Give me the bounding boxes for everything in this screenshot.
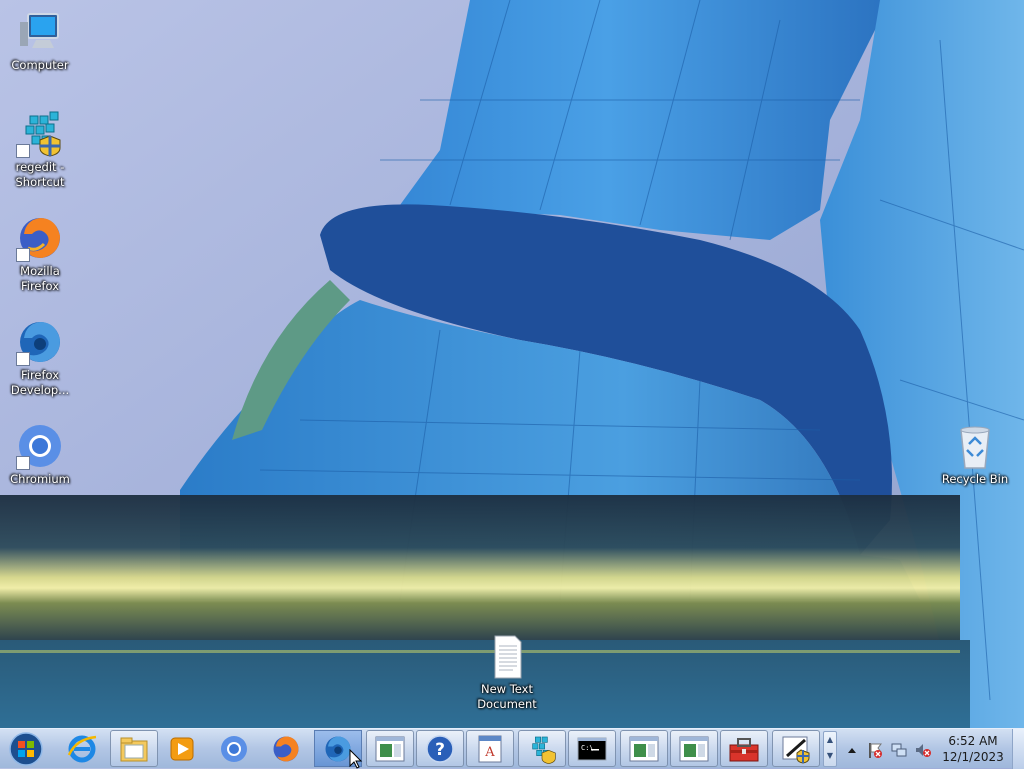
action-center-flag-icon[interactable] <box>866 741 884 759</box>
taskbar-item-firefox-developer[interactable] <box>314 730 363 769</box>
help-icon: ? <box>426 734 454 763</box>
windows-orb-icon <box>9 731 43 766</box>
taskbar-item-wordpad[interactable]: A <box>466 730 514 767</box>
scroll-up-icon[interactable]: ▲ <box>824 732 836 748</box>
wordpad-icon: A <box>478 735 502 762</box>
taskbar-item-internet-explorer[interactable] <box>58 730 106 767</box>
show-desktop-button[interactable] <box>1012 729 1024 769</box>
shortcut-arrow-icon <box>16 352 30 366</box>
start-button[interactable] <box>4 730 48 767</box>
shortcut-arrow-icon <box>16 456 30 470</box>
volume-muted-icon[interactable] <box>914 741 932 759</box>
clock-date: 12/1/2023 <box>942 750 1004 764</box>
text-document-icon <box>494 635 522 679</box>
shortcut-arrow-icon <box>16 248 30 262</box>
mouse-cursor-icon <box>349 749 363 769</box>
svg-text:C:\: C:\ <box>581 744 594 752</box>
taskbar-item-help[interactable]: ? <box>416 730 464 767</box>
media-player-icon <box>170 737 194 760</box>
desktop-icon-computer[interactable]: Computer <box>2 8 78 73</box>
taskbar-item-regedit[interactable] <box>518 730 566 767</box>
taskbar-scroll-strip[interactable]: ▲ ▼ <box>823 731 837 767</box>
desktop-wallpaper <box>0 0 1024 728</box>
window-icon <box>629 736 659 761</box>
desktop-icon-regedit[interactable]: regedit - Shortcut <box>2 110 78 190</box>
desktop-icon-label: New Text Document <box>477 682 537 711</box>
desktop-icon-mozilla-firefox[interactable]: Mozilla Firefox <box>2 214 78 294</box>
computer-icon <box>20 13 59 48</box>
taskbar-item-windows-explorer[interactable] <box>110 730 158 767</box>
desktop-icon-label: Firefox Develop... <box>10 368 70 397</box>
taskbar-item-command-prompt[interactable]: C:\ <box>568 730 616 767</box>
taskbar-item-chromium[interactable] <box>210 730 258 767</box>
desktop-icon-label: Mozilla Firefox <box>20 264 60 293</box>
show-hidden-icons-chevron[interactable] <box>846 744 858 756</box>
clock[interactable]: 6:52 AM 12/1/2023 <box>934 733 1012 765</box>
svg-text:?: ? <box>435 740 445 760</box>
desktop-icon-label: Recycle Bin <box>941 472 1009 486</box>
desktop-icon-label: Chromium <box>10 472 70 486</box>
command-prompt-icon: C:\ <box>577 737 607 760</box>
desktop-icon-chromium[interactable]: Chromium <box>2 422 78 487</box>
toolbox-icon <box>729 737 759 761</box>
network-icon[interactable] <box>890 741 908 759</box>
taskbar-item-window-1[interactable] <box>366 730 414 767</box>
taskbar-item-window-3[interactable] <box>670 730 718 767</box>
desktop-icon-new-text-document[interactable]: New Text Document <box>469 632 545 712</box>
chromium-icon <box>221 735 247 762</box>
scroll-down-icon[interactable]: ▼ <box>824 748 836 764</box>
taskbar-item-window-2[interactable] <box>620 730 668 767</box>
taskbar-item-toolbox[interactable] <box>720 730 768 767</box>
desktop-icon-recycle-bin[interactable]: Recycle Bin <box>937 422 1013 487</box>
desktop-icon-label: Computer <box>11 58 69 72</box>
taskbar-item-media-player[interactable] <box>158 730 206 767</box>
desktop-icon-label: regedit - Shortcut <box>15 160 65 189</box>
uac-edit-icon <box>782 736 810 764</box>
window-icon <box>679 736 709 761</box>
svg-text:A: A <box>484 745 495 760</box>
window-icon <box>375 736 405 761</box>
taskbar-item-uac-edit[interactable] <box>772 730 820 767</box>
internet-explorer-icon <box>67 735 97 762</box>
shortcut-arrow-icon <box>16 144 30 158</box>
taskbar-item-firefox[interactable] <box>262 730 310 767</box>
desktop-icon-firefox-developer[interactable]: Firefox Develop... <box>2 318 78 398</box>
regedit-icon <box>532 736 556 764</box>
firefox-icon <box>273 736 299 761</box>
recycle-bin-icon <box>960 426 990 469</box>
taskbar: ? A C:\ ▲ ▼ 6:52 AM 12/1/2023 <box>0 728 1024 769</box>
clock-time: 6:52 AM <box>948 734 998 748</box>
windows-explorer-icon <box>120 737 148 761</box>
